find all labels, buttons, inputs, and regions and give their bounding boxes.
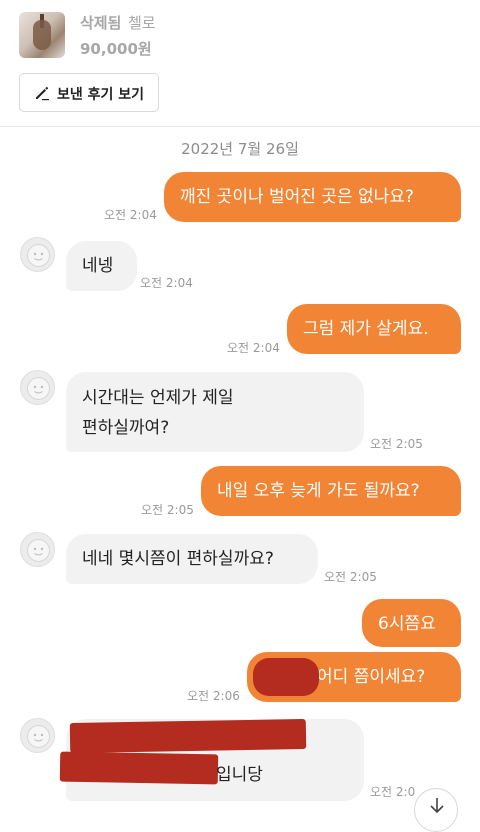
message-time: 오전 2:04 xyxy=(104,208,157,222)
message-text-line: 편하실까여? xyxy=(82,418,170,438)
product-header: 삭제됨 첼로 90,000원 보낸 후기 보기 xyxy=(0,0,480,127)
message-text: 입니당 xyxy=(216,765,263,785)
default-avatar-icon xyxy=(27,539,50,562)
message-bubble-incoming[interactable]: 네네 몇시쯤이 편하실까요? xyxy=(66,534,318,584)
pencil-icon xyxy=(36,87,49,101)
redaction-mark xyxy=(59,751,219,785)
scroll-to-bottom-button[interactable] xyxy=(414,788,458,832)
message-time: 오전 2:05 xyxy=(324,570,377,584)
redaction-mark xyxy=(69,718,307,754)
message-time: 오전 2:05 xyxy=(141,503,194,517)
default-avatar-icon xyxy=(27,377,50,400)
message-text: 그럼 제가 살게요. xyxy=(303,319,429,339)
product-status: 삭제됨 xyxy=(80,14,122,32)
default-avatar-icon xyxy=(27,244,50,267)
avatar[interactable] xyxy=(20,370,55,405)
message-time: 오전 2:06 xyxy=(187,689,240,703)
avatar[interactable] xyxy=(20,237,55,272)
avatar[interactable] xyxy=(20,718,55,753)
avatar[interactable] xyxy=(20,532,55,567)
message-text: 네넹 xyxy=(82,256,114,276)
message-time: 오전 2:05 xyxy=(370,437,423,451)
message-bubble-outgoing[interactable]: 6시쯤요 xyxy=(362,599,461,647)
arrow-down-icon xyxy=(430,798,444,814)
product-name[interactable]: 첼로 xyxy=(128,12,156,33)
message-bubble-incoming[interactable]: 시간대는 언제가 제일 편하실까여? xyxy=(66,372,364,452)
message-text: 네네 몇시쯤이 편하실까요? xyxy=(82,549,274,569)
view-sent-review-label: 보낸 후기 보기 xyxy=(57,87,145,103)
view-sent-review-button[interactable]: 보낸 후기 보기 xyxy=(19,73,159,112)
message-text: 어디 쯤이세요? xyxy=(317,667,426,687)
cello-body-shape xyxy=(33,20,51,50)
message-bubble-incoming[interactable]: 입니당 xyxy=(59,718,364,801)
product-price: 90,000원 xyxy=(80,40,152,58)
message-text: 내일 오후 늦게 가도 될까요? xyxy=(217,481,420,501)
message-time: 오전 2:0 xyxy=(370,785,416,799)
product-thumbnail[interactable] xyxy=(19,12,65,58)
message-bubble-outgoing[interactable]: 내일 오후 늦게 가도 될까요? xyxy=(201,466,461,516)
message-text: 6시쯤요 xyxy=(378,614,436,634)
message-bubble-outgoing[interactable]: 어디 쯤이세요? xyxy=(247,652,461,702)
message-bubble-outgoing[interactable]: 그럼 제가 살게요. xyxy=(287,304,461,354)
message-bubble-outgoing[interactable]: 깨진 곳이나 벌어진 곳은 없나요? xyxy=(164,172,461,222)
message-bubble-incoming[interactable]: 네넹 xyxy=(66,241,137,291)
message-text-line: 시간대는 언제가 제일 xyxy=(82,388,234,408)
default-avatar-icon xyxy=(27,725,50,748)
date-divider: 2022년 7월 26일 xyxy=(181,140,299,158)
redaction-mark xyxy=(253,658,319,696)
message-time: 오전 2:04 xyxy=(227,341,280,355)
message-time: 오전 2:04 xyxy=(140,276,193,290)
message-text: 깨진 곳이나 벌어진 곳은 없나요? xyxy=(180,187,414,207)
